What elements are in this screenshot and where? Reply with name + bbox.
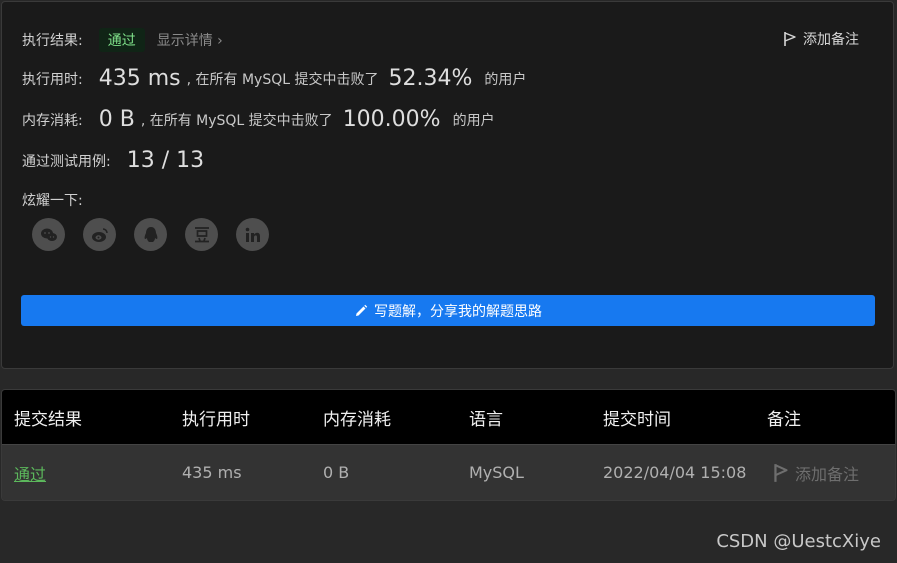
row-memory: 0 B xyxy=(323,463,350,482)
header-status: 提交结果 xyxy=(14,409,82,430)
table-header: 提交结果 执行用时 内存消耗 语言 提交时间 备注 xyxy=(2,390,895,444)
weibo-icon[interactable] xyxy=(83,218,116,251)
linkedin-icon[interactable] xyxy=(236,218,269,251)
header-language: 语言 xyxy=(469,409,503,430)
runtime-suffix: 的用户 xyxy=(484,71,527,88)
runtime-text: , 在所有 MySQL 提交中击败了 xyxy=(186,71,379,88)
row-runtime: 435 ms xyxy=(182,463,242,482)
share-icons xyxy=(32,218,269,251)
flag-icon xyxy=(784,32,796,46)
header-time: 提交时间 xyxy=(603,409,671,430)
row-status-link[interactable]: 通过 xyxy=(14,461,46,485)
row-time: 2022/04/04 15:08 xyxy=(603,463,747,482)
memory-text: , 在所有 MySQL 提交中击败了 xyxy=(140,112,333,129)
runtime-label: 执行用时: xyxy=(22,71,83,88)
flag-icon xyxy=(774,463,788,482)
write-solution-button[interactable]: 写题解，分享我的解题思路 xyxy=(21,295,875,326)
result-row: 执行结果: 通过 显示详情 › xyxy=(22,28,223,52)
runtime-row: 执行用时: 435 ms , 在所有 MySQL 提交中击败了 52.34% 的… xyxy=(22,66,526,91)
runtime-value: 435 ms xyxy=(98,66,181,91)
header-note: 备注 xyxy=(767,409,801,430)
share-row: 炫耀一下: xyxy=(22,190,83,210)
pencil-icon xyxy=(356,304,368,316)
memory-label: 内存消耗: xyxy=(22,112,83,129)
tests-value: 13 / 13 xyxy=(126,148,205,173)
qq-icon[interactable] xyxy=(134,218,167,251)
result-label: 执行结果: xyxy=(22,33,83,49)
header-runtime: 执行用时 xyxy=(182,409,250,430)
share-label: 炫耀一下: xyxy=(22,193,83,209)
submission-table: 提交结果 执行用时 内存消耗 语言 提交时间 备注 通过 435 ms 0 B … xyxy=(1,389,896,501)
status-badge: 通过 xyxy=(98,28,145,52)
tests-row: 通过测试用例: 13 / 13 xyxy=(22,148,204,173)
header-memory: 内存消耗 xyxy=(323,409,391,430)
add-note-label: 添加备注 xyxy=(803,32,859,48)
add-note-button[interactable]: 添加备注 xyxy=(783,29,859,49)
show-details-link[interactable]: 显示详情 › xyxy=(157,30,223,50)
memory-row: 内存消耗: 0 B , 在所有 MySQL 提交中击败了 100.00% 的用户 xyxy=(22,107,495,132)
memory-suffix: 的用户 xyxy=(452,112,495,129)
wechat-icon[interactable] xyxy=(32,218,65,251)
tests-label: 通过测试用例: xyxy=(22,153,111,170)
write-solution-label: 写题解，分享我的解题思路 xyxy=(374,303,542,320)
runtime-percent: 52.34% xyxy=(388,66,473,91)
watermark: CSDN @UestcXiye xyxy=(716,531,881,552)
memory-percent: 100.00% xyxy=(342,107,441,132)
row-add-note-label: 添加备注 xyxy=(795,464,860,484)
memory-value: 0 B xyxy=(98,107,135,132)
row-language: MySQL xyxy=(469,463,524,482)
result-card: 执行结果: 通过 显示详情 › 添加备注 执行用时: 435 ms , 在所有 … xyxy=(1,1,894,369)
row-add-note-button[interactable]: 添加备注 xyxy=(773,461,859,485)
douban-icon[interactable] xyxy=(185,218,218,251)
table-row: 通过 435 ms 0 B MySQL 2022/04/04 15:08 添加备… xyxy=(2,444,895,500)
